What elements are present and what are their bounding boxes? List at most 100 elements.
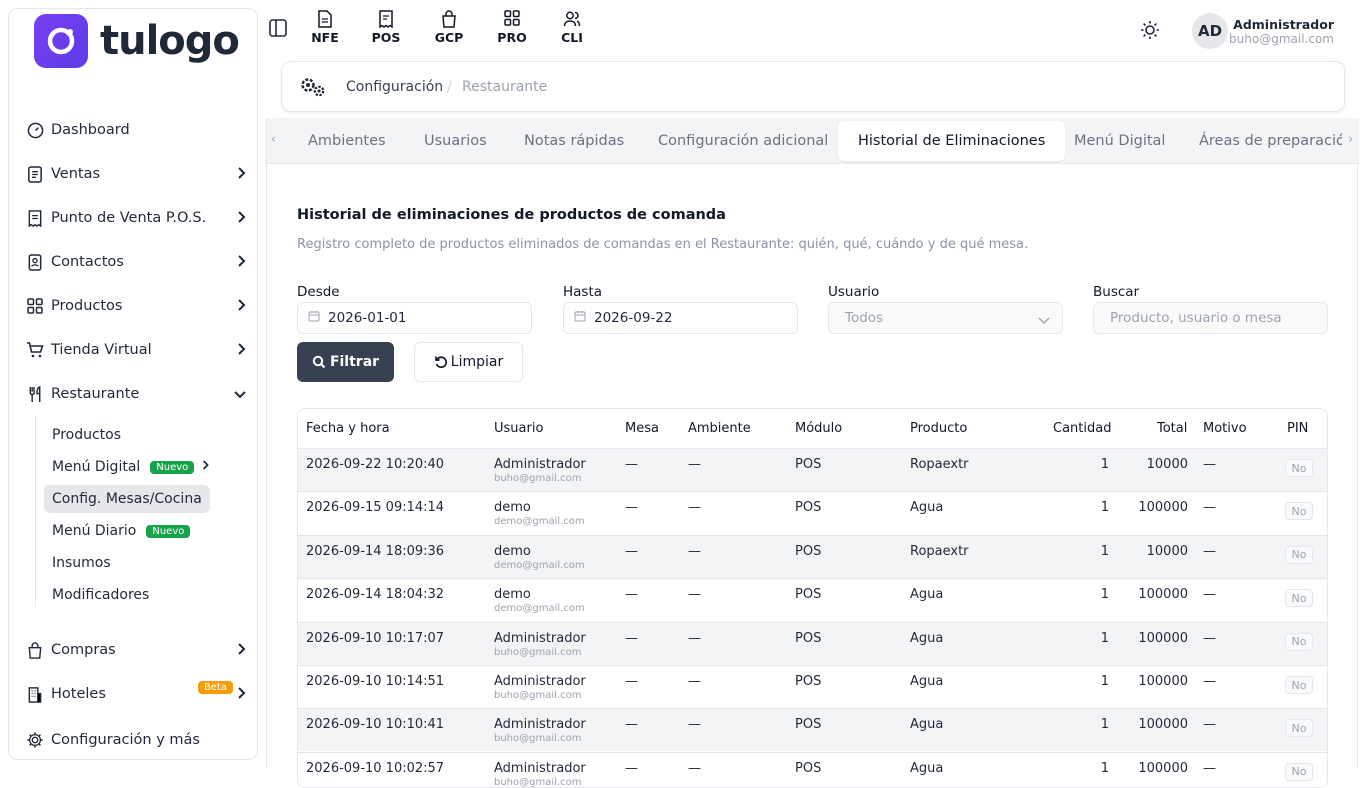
cell-usuario: Administrador: [494, 674, 586, 689]
cell-ambiente: —: [688, 717, 701, 733]
column-header: Producto: [910, 421, 968, 436]
pin-badge: No: [1285, 545, 1313, 564]
sidebar-item-label: Punto de Venta P.O.S.: [51, 210, 207, 226]
submenu-item-label: Menú Digital: [52, 459, 141, 475]
module-pro[interactable]: PRO: [492, 10, 532, 45]
sidebar-item-tienda-virtual[interactable]: Tienda Virtual: [25, 335, 247, 365]
hasta-label: Hasta: [563, 284, 603, 300]
tab-usuarios[interactable]: Usuarios: [404, 121, 507, 161]
sidebar-item-productos[interactable]: Productos: [25, 291, 247, 321]
cell-modulo: POS: [795, 543, 822, 559]
cell-ambiente: —: [688, 587, 701, 603]
tab-ambientes[interactable]: Ambientes: [288, 121, 406, 161]
filter-button[interactable]: Filtrar: [297, 342, 394, 382]
cell-usuario: Administrador: [494, 630, 586, 646]
table-row[interactable]: 2026-09-14 18:09:36 demo — — POS Ropaextr 1 100…: [298, 534, 1327, 578]
table-row[interactable]: 2026-09-10 10:14:51 Administrador — — POS Agu…: [298, 665, 1327, 708]
cell-email: buho@gmail.com: [494, 776, 582, 788]
sidebar-item-configuracion[interactable]: Configuración y más: [25, 725, 247, 755]
receipt-icon: [377, 10, 395, 29]
tab-configuracion-adicional[interactable]: Configuración adicional: [638, 121, 848, 161]
chevron-right-icon: [237, 642, 247, 660]
column-header: Motivo: [1203, 421, 1247, 436]
breadcrumb: Configuración / Restaurante: [281, 61, 1345, 112]
table-row[interactable]: 2026-09-10 10:17:07 Administrador — — POS Agu…: [298, 621, 1327, 665]
sidebar-toggle-icon[interactable]: [268, 18, 290, 40]
submenu-item-menu-diario[interactable]: Menú Diario Nuevo: [44, 517, 198, 545]
sidebar-item-compras[interactable]: Compras: [25, 635, 247, 665]
cell-mesa: —: [625, 717, 638, 733]
avatar[interactable]: AD: [1192, 13, 1228, 49]
logo-icon: [34, 14, 88, 68]
chevron-down-icon: [233, 388, 247, 404]
cell-motivo: —: [1203, 717, 1216, 733]
pin-badge: No: [1285, 676, 1313, 694]
cell-email: demo@gmail.com: [494, 559, 585, 571]
tab-menu-digital[interactable]: Menú Digital: [1054, 121, 1185, 161]
table-header: Fecha y hora Usuario Mesa Ambiente Módul…: [298, 409, 1327, 448]
table-row[interactable]: 2026-09-14 18:04:32 demo — — POS Agua 1 100000 —…: [298, 578, 1327, 621]
cell-cantidad: 1: [1100, 674, 1109, 689]
shopping-bag-icon: [25, 640, 45, 660]
user-info[interactable]: Administrador buho@gmail.com: [1229, 17, 1334, 46]
cell-modulo: POS: [795, 500, 822, 516]
reset-icon: [434, 355, 448, 369]
table-row[interactable]: 2026-09-22 10:20:40 Administrador — — POS Rop…: [298, 448, 1327, 491]
submenu-item-productos[interactable]: Productos: [44, 421, 129, 449]
module-pos[interactable]: POS: [366, 10, 406, 45]
cell-email: buho@gmail.com: [494, 473, 582, 484]
cell-total: 10000: [1146, 457, 1188, 472]
cell-producto: Agua: [910, 674, 944, 689]
brand-logo[interactable]: tulogo: [34, 12, 240, 70]
calendar-icon: [574, 310, 586, 326]
cell-email: buho@gmail.com: [494, 646, 582, 658]
module-gcp[interactable]: GCP: [429, 10, 469, 45]
file-icon: [316, 10, 334, 28]
tab-notas-rapidas[interactable]: Notas rápidas: [504, 121, 644, 161]
tab-historial-eliminaciones[interactable]: Historial de Eliminaciones: [838, 121, 1066, 161]
submenu-item-insumos[interactable]: Insumos: [44, 549, 119, 577]
search-input[interactable]: Producto, usuario o mesa: [1093, 302, 1328, 334]
table-row[interactable]: 2026-09-10 10:02:57 Administrador — — POS Agu…: [298, 751, 1327, 788]
submenu-item-menu-digital[interactable]: Menú Digital Nuevo: [44, 453, 218, 481]
cell-usuario: Administrador: [494, 760, 586, 776]
breadcrumb-current: Restaurante: [462, 79, 548, 95]
cell-fecha: 2026-09-22 10:20:40: [306, 457, 445, 472]
submenu-item-config-mesas-cocina[interactable]: Config. Mesas/Cocina: [44, 485, 210, 513]
pin-badge: No: [1285, 632, 1313, 651]
module-label: CLI: [561, 30, 583, 45]
module-cli[interactable]: CLI: [552, 10, 592, 45]
sidebar-item-pos[interactable]: Punto de Venta P.O.S.: [25, 203, 247, 233]
submenu-item-modificadores[interactable]: Modificadores: [44, 581, 157, 609]
column-header: Mesa: [625, 421, 659, 436]
hasta-date-input[interactable]: 2026-09-22: [563, 302, 798, 334]
sidebar-item-hoteles[interactable]: Hoteles Beta: [25, 679, 247, 709]
table-row[interactable]: 2026-09-10 10:10:41 Administrador — — POS Agu…: [298, 708, 1327, 752]
cell-total: 100000: [1138, 717, 1188, 733]
desde-date-input[interactable]: 2026-01-01: [297, 302, 532, 334]
cell-fecha: 2026-09-10 10:02:57: [306, 760, 445, 776]
sidebar-item-ventas[interactable]: Ventas: [25, 159, 247, 189]
sidebar-item-dashboard[interactable]: Dashboard: [25, 115, 247, 145]
cell-fecha: 2026-09-14 18:04:32: [306, 587, 445, 603]
module-nfe[interactable]: NFE: [305, 10, 345, 45]
pin-badge: No: [1285, 502, 1313, 521]
sidebar-item-contactos[interactable]: Contactos: [25, 247, 247, 277]
cell-cantidad: 1: [1100, 630, 1109, 646]
cell-fecha: 2026-09-10 10:17:07: [306, 630, 445, 646]
chevron-right-icon: [202, 459, 210, 475]
clear-button[interactable]: Limpiar: [414, 342, 523, 382]
cell-total: 100000: [1138, 587, 1188, 603]
tab-scroll-right-icon[interactable]: ›: [1348, 132, 1354, 147]
tab-scroll-left-icon[interactable]: ‹: [271, 132, 276, 147]
theme-toggle-sun-icon[interactable]: [1140, 20, 1160, 44]
cell-ambiente: —: [688, 457, 701, 472]
sidebar-item-restaurante[interactable]: Restaurante: [25, 379, 247, 409]
table-row[interactable]: 2026-09-15 09:14:14 demo — — POS Agua 1 100000 —…: [298, 491, 1327, 534]
cell-mesa: —: [625, 587, 638, 603]
cell-motivo: —: [1203, 457, 1216, 472]
tab-areas-preparacion[interactable]: Áreas de preparación: [1179, 121, 1342, 161]
usuario-select[interactable]: Todos: [828, 302, 1063, 334]
cell-ambiente: —: [688, 760, 701, 776]
breadcrumb-section[interactable]: Configuración: [346, 79, 443, 95]
